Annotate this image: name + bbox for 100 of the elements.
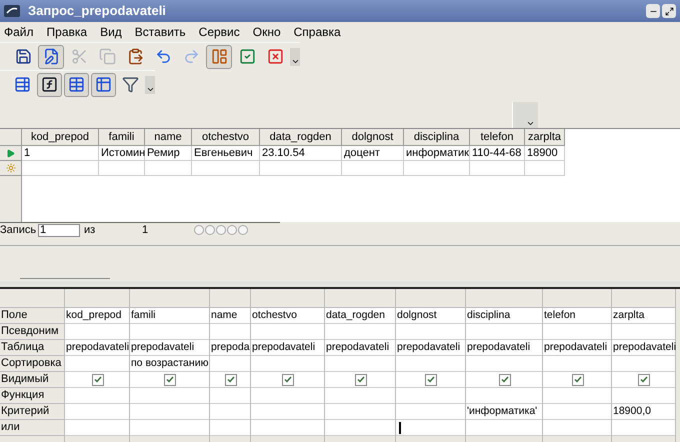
grid-cell[interactable]	[251, 420, 324, 436]
visible-checkbox[interactable]	[498, 374, 510, 386]
grid-cell[interactable]	[210, 420, 250, 436]
maximize-button[interactable]	[662, 4, 676, 18]
column-header[interactable]: telefon	[470, 129, 525, 146]
grid-cell[interactable]	[130, 372, 209, 388]
grid-cell[interactable]	[543, 372, 611, 388]
grid-cell[interactable]	[396, 324, 465, 340]
visible-checkbox[interactable]	[224, 374, 236, 386]
grid-cell[interactable]	[543, 388, 611, 404]
new-record-row[interactable]	[22, 161, 565, 176]
field-name-cell[interactable]: data_rogden	[325, 308, 395, 324]
grid-cell[interactable]	[65, 324, 129, 340]
grid-cell[interactable]	[396, 356, 465, 372]
grid-cell[interactable]	[466, 388, 542, 404]
grid-cell[interactable]	[210, 324, 250, 340]
grid-cell[interactable]	[466, 420, 542, 436]
query-column[interactable]: telefon prepodavateli	[543, 289, 612, 442]
minimize-button[interactable]	[646, 4, 660, 18]
column-header[interactable]: kod_prepod	[22, 129, 99, 146]
grid-cell[interactable]	[396, 388, 465, 404]
grid-cell[interactable]	[130, 404, 209, 420]
record-number-field[interactable]: 1	[38, 224, 80, 236]
query-column[interactable]: kod_prepod prepodavateli	[65, 289, 130, 442]
grid-cell[interactable]	[325, 372, 395, 388]
column-header[interactable]: otchestvo	[192, 129, 260, 146]
grid-cell[interactable]	[325, 420, 395, 436]
visible-checkbox[interactable]	[638, 374, 650, 386]
menu-item[interactable]: Правка	[46, 23, 88, 41]
grid-cell[interactable]	[612, 420, 675, 436]
column-header[interactable]: dolgnost	[342, 129, 404, 146]
query-column[interactable]: data_rogden prepodavateli	[325, 289, 396, 442]
table-name-cell[interactable]: prepodavateli	[325, 340, 395, 356]
field-name-cell[interactable]: dolgnost	[396, 308, 465, 324]
table-name-cell[interactable]: prepodavateli	[612, 340, 675, 356]
grid-cell[interactable]	[612, 324, 675, 340]
criterion-cell[interactable]: 18900,0	[612, 404, 675, 420]
column-header[interactable]: famili	[99, 129, 145, 146]
grid-cell[interactable]	[65, 404, 129, 420]
column-header[interactable]: name	[145, 129, 192, 146]
menu-item[interactable]: Вставить	[134, 23, 186, 41]
grid-cell[interactable]	[543, 420, 611, 436]
field-name-cell[interactable]: famili	[130, 308, 209, 324]
grid-cell[interactable]	[65, 388, 129, 404]
grid-cell[interactable]	[396, 404, 465, 420]
visible-checkbox[interactable]	[92, 374, 104, 386]
column-header[interactable]: data_rogden	[260, 129, 342, 146]
visible-checkbox[interactable]	[282, 374, 294, 386]
menu-item[interactable]: Справка	[294, 23, 341, 41]
grid-cell[interactable]	[325, 388, 395, 404]
table-name-cell[interactable]: prepodavateli	[466, 340, 542, 356]
overflow-button[interactable]	[290, 48, 300, 66]
field-name-cell[interactable]: name	[210, 308, 250, 324]
horizontal-scrollbar[interactable]	[0, 281, 680, 289]
grid-cell[interactable]	[130, 324, 209, 340]
table-name-cell[interactable]: prepodavateli	[251, 340, 324, 356]
grid-cell[interactable]	[612, 372, 675, 388]
column-header[interactable]: zarplta	[525, 129, 565, 146]
grid-cell[interactable]	[612, 356, 675, 372]
grid-cell[interactable]	[251, 324, 324, 340]
grid-cell[interactable]	[251, 388, 324, 404]
table-name-cell[interactable]: prepodavateli	[65, 340, 129, 356]
field-name-cell[interactable]: kod_prepod	[65, 308, 129, 324]
visible-checkbox[interactable]	[354, 374, 366, 386]
grid-cell[interactable]	[251, 404, 324, 420]
table-name-cell[interactable]: prepodavateli	[543, 340, 611, 356]
grid-cell[interactable]	[130, 420, 209, 436]
column-header[interactable]: disciplina	[404, 129, 470, 146]
grid-cell[interactable]	[466, 372, 542, 388]
visible-checkbox[interactable]	[572, 374, 584, 386]
table-name-cell[interactable]: prepoda	[210, 340, 250, 356]
field-name-cell[interactable]: disciplina	[466, 308, 542, 324]
query-column[interactable]: name prepoda	[210, 289, 251, 442]
menu-item[interactable]: Сервис	[198, 23, 240, 41]
query-column[interactable]: zarplta prepodavateli 18900,0	[612, 289, 676, 442]
toolbar-button[interactable]	[37, 72, 62, 96]
grid-cell[interactable]	[325, 404, 395, 420]
grid-cell[interactable]	[130, 388, 209, 404]
table-name-cell[interactable]: prepodavateli	[130, 340, 209, 356]
field-name-cell[interactable]: otchestvo	[251, 308, 324, 324]
grid-cell[interactable]	[612, 388, 675, 404]
criterion-cell[interactable]: 'информатика'	[466, 404, 542, 420]
grid-cell[interactable]	[210, 388, 250, 404]
grid-cell[interactable]	[396, 420, 465, 436]
field-name-cell[interactable]: zarplta	[612, 308, 675, 324]
grid-cell[interactable]	[65, 372, 129, 388]
grid-cell[interactable]	[210, 356, 250, 372]
grid-cell[interactable]	[396, 372, 465, 388]
grid-cell[interactable]	[65, 420, 129, 436]
grid-cell[interactable]	[325, 356, 395, 372]
grid-cell[interactable]	[466, 356, 542, 372]
query-column[interactable]: dolgnost prepodavateli	[396, 289, 466, 442]
grid-cell[interactable]	[325, 324, 395, 340]
field-name-cell[interactable]: telefon	[543, 308, 611, 324]
overflow-button[interactable]	[145, 76, 155, 94]
grid-cell[interactable]	[210, 372, 250, 388]
query-column[interactable]: disciplina prepodavateli 'информатика'	[466, 289, 543, 442]
sort-order-cell[interactable]: по возрастанию	[130, 356, 209, 372]
query-column[interactable]: famili prepodavateli по возрастанию	[130, 289, 210, 442]
grid-cell[interactable]	[251, 372, 324, 388]
